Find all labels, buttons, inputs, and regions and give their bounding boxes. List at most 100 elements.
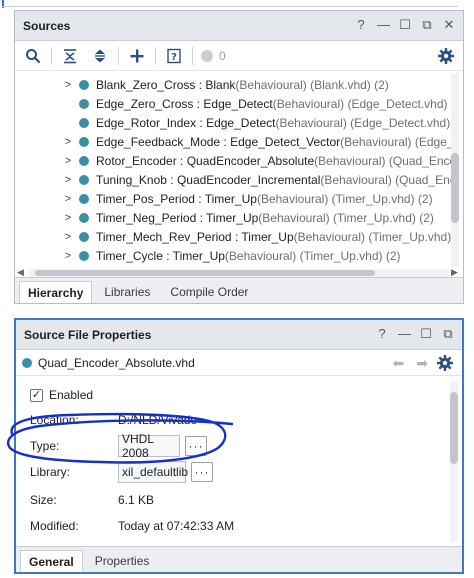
sources-window-controls: ? — ☐ ⧉ ✕ (355, 18, 455, 32)
location-row: Location: D:/NLD/Vivado (30, 408, 197, 432)
svg-text:?: ? (171, 52, 177, 63)
enabled-checkbox-row[interactable]: ✓ Enabled (30, 388, 93, 402)
collapse-all-button[interactable] (58, 45, 82, 67)
chevron-right-icon[interactable]: > (63, 136, 73, 148)
arrow-back-icon[interactable]: ⬅ (393, 355, 405, 372)
sources-toolbar: ? 0 (15, 41, 463, 71)
type-field[interactable]: VHDL 2008 (118, 432, 180, 460)
tree-row[interactable]: > Blank_Zero_Cross : Blank (Behavioural) (… (63, 75, 389, 94)
restore-icon[interactable]: ☐ (420, 327, 432, 341)
file-dot-icon (79, 193, 89, 204)
properties-vertical-scrollbar[interactable] (450, 382, 458, 542)
size-value: 6.1 KB (118, 493, 155, 507)
chevron-right-icon[interactable]: > (63, 174, 73, 186)
toolbar-separator (155, 46, 156, 65)
horizontal-scroll-thumb[interactable] (35, 270, 375, 276)
tab-general[interactable]: General (20, 550, 83, 572)
tree-row[interactable]: > Edge_Feedback_Mode : Edge_Detect_Vector… (63, 132, 451, 151)
properties-title: Source File Properties (24, 327, 152, 342)
selected-file-name: Quad_Encoder_Absolute.vhd (38, 355, 195, 370)
file-dot-icon (79, 155, 89, 166)
tree-horizontal-scrollbar[interactable] (29, 269, 449, 277)
library-ellipsis-button[interactable]: ··· (191, 462, 213, 482)
tree-row-meta: (Behavioural) (Quad_Encoder_Ab (314, 153, 451, 168)
expand-all-icon (95, 49, 105, 62)
restore-icon[interactable]: ☐ (399, 18, 411, 32)
sources-titlebar: Sources ? — ☐ ⧉ ✕ (15, 11, 463, 41)
tree-row-name: Timer_Pos_Period : Timer_Up (96, 191, 257, 206)
properties-button[interactable]: ? (162, 45, 186, 67)
chevron-right-icon[interactable]: > (63, 212, 73, 224)
gear-icon[interactable] (436, 354, 454, 372)
type-ellipsis-button[interactable]: ··· (185, 436, 207, 456)
arrow-forward-icon[interactable]: ➡ (416, 355, 428, 372)
file-dot-icon (79, 231, 89, 242)
minimize-icon[interactable]: — (377, 18, 390, 32)
library-label: Library: (30, 465, 71, 479)
tree-row[interactable]: > Tuning_Knob : QuadEncoder_Incremental (B… (63, 170, 451, 189)
tree-row[interactable]: > Timer_Cycle : Timer_Up (Behavioural) (Ti… (63, 246, 401, 265)
toolbar-separator (118, 46, 119, 65)
tree-row-meta: (Behavioural) (Edge_Detect_ (340, 134, 451, 149)
file-dot-icon (79, 98, 89, 109)
float-icon[interactable]: ⧉ (442, 327, 454, 341)
file-dot-icon (79, 174, 89, 185)
location-value: D:/NLD/Vivado (118, 413, 198, 427)
tab-properties[interactable]: Properties (87, 550, 158, 572)
tree-vertical-scrollbar[interactable] (451, 73, 459, 267)
file-dot-icon (22, 357, 32, 368)
sources-title: Sources (23, 18, 71, 33)
tab-compile-order[interactable]: Compile Order (162, 281, 256, 303)
hierarchy-tree[interactable]: > Blank_Zero_Cross : Blank (Behavioural) (… (15, 73, 451, 267)
tree-row-name: Edge_Rotor_Index : Edge_Detect (96, 115, 276, 130)
chevron-right-icon[interactable]: > (63, 193, 73, 205)
selected-file-bar: Quad_Encoder_Absolute.vhd ⬅ ➡ (16, 350, 462, 376)
chevron-right-icon[interactable]: > (63, 79, 73, 91)
properties-icon: ? (167, 48, 181, 63)
sources-panel: Sources ? — ☐ ⧉ ✕ ? 0 > Blank_Zero_Cross… (14, 10, 464, 304)
tree-row-meta: (Behavioural) (Blank.vhd) (2) (235, 77, 389, 92)
add-sources-button[interactable] (125, 45, 149, 67)
help-icon[interactable]: ? (376, 327, 388, 341)
tree-row-name: Blank_Zero_Cross : Blank (96, 77, 236, 92)
vertical-scroll-thumb[interactable] (451, 153, 459, 223)
help-icon[interactable]: ? (355, 18, 367, 32)
gear-icon[interactable] (437, 47, 455, 65)
tree-row-name: Timer_Cycle : Timer_Up (96, 248, 225, 263)
tree-row[interactable]: >Edge_Rotor_Index : Edge_Detect(Behaviou… (63, 113, 450, 132)
tree-row-name: Rotor_Encoder : QuadEncoder_Absolute (96, 153, 315, 168)
chevron-right-icon[interactable]: > (63, 250, 73, 262)
source-file-properties-panel: Source File Properties ? — ☐ ⧉ Quad_Enco… (14, 318, 464, 574)
modified-row: Modified: Today at 07:42:33 AM (30, 514, 234, 538)
file-dot-icon (79, 136, 89, 147)
library-field[interactable]: xil_defaultlib (118, 461, 188, 483)
tree-row-meta: (Behavioural) (Edge_Detect.vhd) (272, 96, 448, 111)
enabled-label: Enabled (49, 388, 94, 402)
tree-row[interactable]: > Rotor_Encoder : QuadEncoder_Absolute (Be… (63, 151, 451, 170)
expand-all-button[interactable] (88, 45, 112, 67)
tree-row[interactable]: > Timer_Neg_Period : Timer_Up (Behavioural… (63, 208, 434, 227)
close-icon[interactable]: ✕ (443, 18, 455, 32)
tree-row-meta: (Behavioural) (Quad_Encoder_I (320, 172, 451, 187)
vertical-scroll-thumb[interactable] (450, 392, 458, 464)
properties-titlebar: Source File Properties ? — ☐ ⧉ (16, 320, 462, 350)
enabled-checkbox[interactable]: ✓ (30, 388, 43, 402)
float-icon[interactable]: ⧉ (421, 18, 433, 32)
location-label: Location: (30, 413, 79, 427)
search-button[interactable] (21, 45, 45, 67)
modified-label: Modified: (30, 519, 79, 533)
tree-row-name: Timer_Mech_Rev_Period : Timer_Up (96, 229, 294, 244)
tree-row[interactable]: >Edge_Zero_Cross : Edge_Detect(Behaviour… (63, 94, 448, 113)
status-dot-icon (201, 49, 213, 62)
size-row: Size: 6.1 KB (30, 488, 154, 512)
chevron-right-icon[interactable]: > (63, 155, 73, 167)
tab-libraries[interactable]: Libraries (96, 281, 158, 303)
top-edge-divider (2, 6, 458, 7)
chevron-right-icon[interactable]: > (63, 231, 73, 243)
properties-tabs: General Properties (16, 546, 462, 572)
tab-hierarchy[interactable]: Hierarchy (19, 281, 93, 303)
properties-general-body: ✓ Enabled Location: D:/NLD/Vivado Type: … (16, 378, 452, 548)
tree-row[interactable]: > Timer_Mech_Rev_Period : Timer_Up (Behavi… (63, 227, 451, 246)
tree-row[interactable]: > Timer_Pos_Period : Timer_Up (Behavioural… (63, 189, 433, 208)
minimize-icon[interactable]: — (398, 327, 411, 341)
